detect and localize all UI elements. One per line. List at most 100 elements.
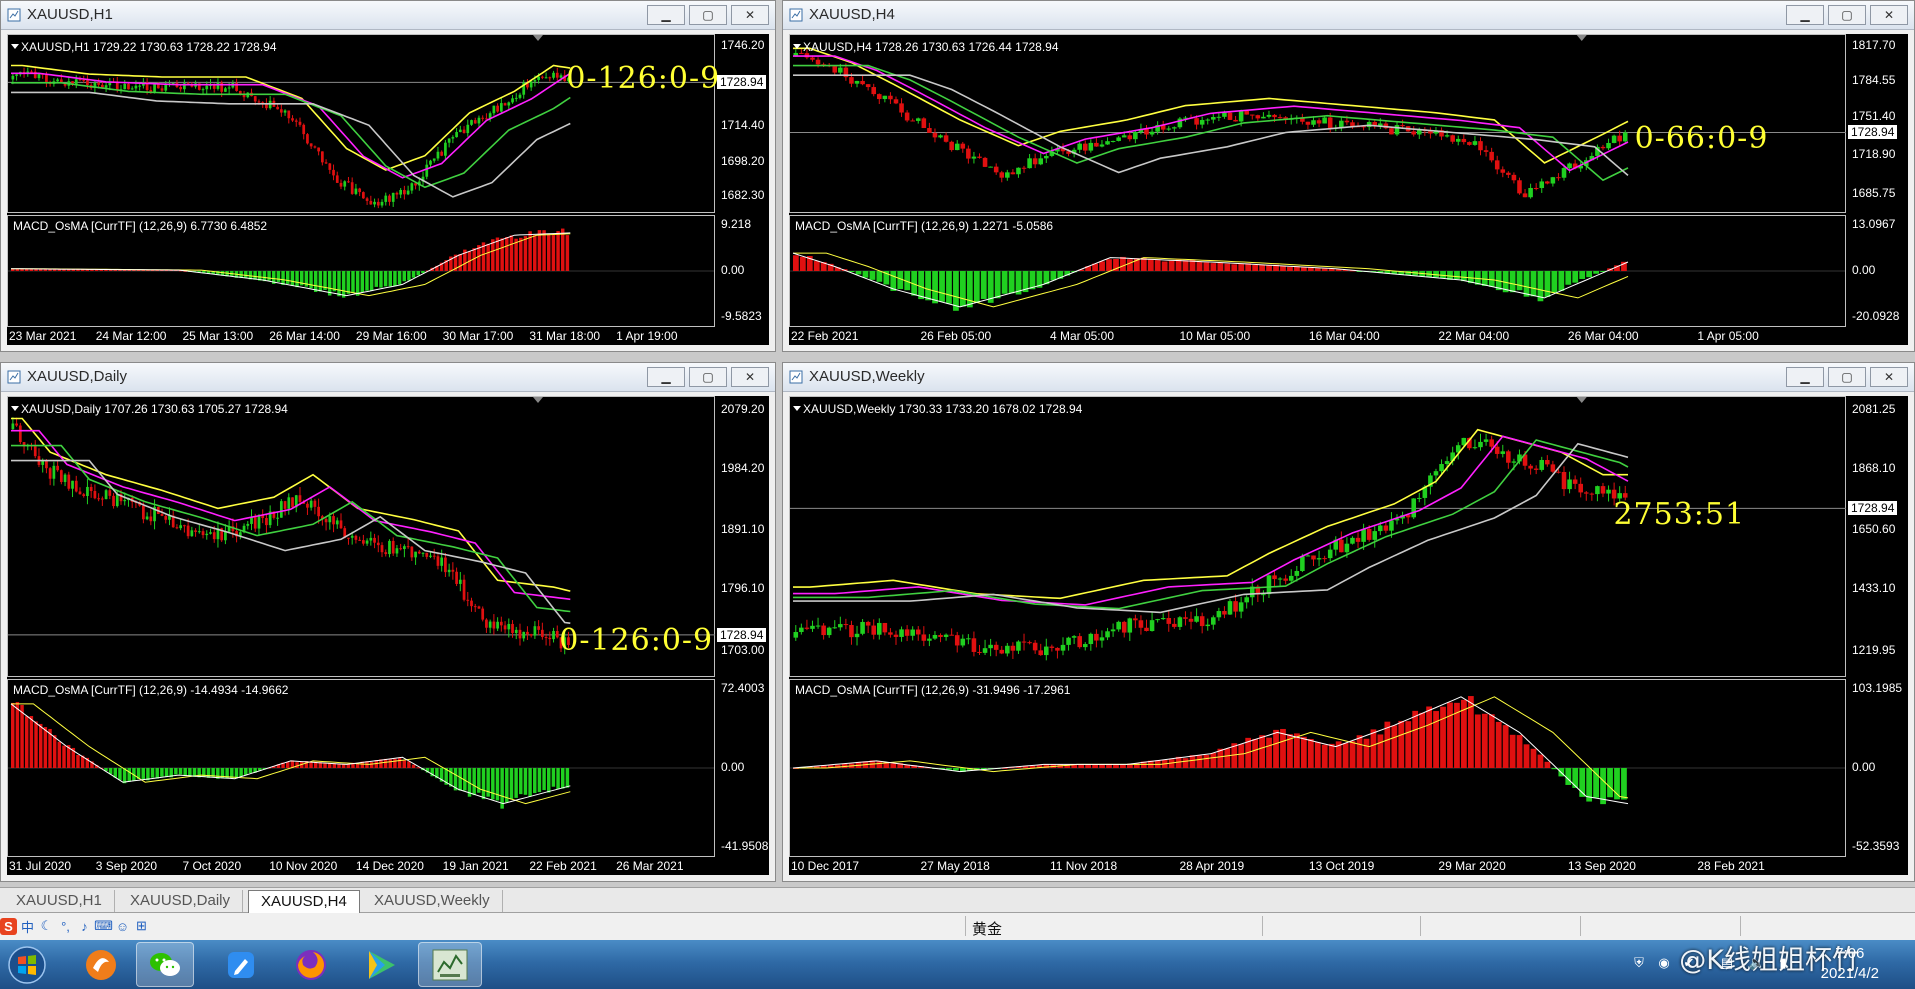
candle-body <box>1444 135 1450 137</box>
taskbar-app-wechat[interactable] <box>136 942 194 987</box>
candle-body <box>810 625 815 629</box>
chart-area[interactable]: XAUUSD,Daily 1707.26 1730.63 1705.27 172… <box>7 396 769 875</box>
half-width-moon-icon[interactable]: ☾ <box>38 918 55 935</box>
candle-body <box>1211 117 1216 120</box>
candle-body <box>518 94 522 98</box>
chinese-mode-icon[interactable]: 中 <box>19 918 36 935</box>
chart-area[interactable]: XAUUSD,H4 1728.26 1730.63 1726.44 1728.9… <box>789 34 1908 345</box>
tab-xauusd-h4[interactable]: XAUUSD,H4 <box>248 890 360 913</box>
chart-tabs-bar: XAUUSD,H1 XAUUSD,Daily XAUUSD,H4 XAUUSD,… <box>0 887 1915 913</box>
keyboard-icon[interactable]: ⌨ <box>94 918 113 935</box>
tray-signal-icon[interactable]: ▮ <box>1774 954 1792 972</box>
tray-security-icon[interactable]: ⛨ <box>1630 954 1648 972</box>
tray-wechat-icon[interactable]: ◉ <box>1655 954 1673 972</box>
minimize-button[interactable]: ▁ <box>647 367 685 387</box>
taskbar-app-firefox[interactable] <box>282 942 340 987</box>
start-button[interactable] <box>2 942 52 987</box>
price-axis-label: 1817.70 <box>1852 37 1896 52</box>
candle-body <box>1105 631 1110 638</box>
symbol-dropdown-icon[interactable] <box>793 44 801 49</box>
close-button[interactable]: ✕ <box>1870 5 1908 25</box>
taskbar-app-player[interactable] <box>352 942 410 987</box>
maximize-button[interactable]: ▢ <box>689 5 727 25</box>
candle-body <box>1272 575 1277 580</box>
macd-histogram-bar <box>1252 264 1259 271</box>
macd-histogram-bar <box>1433 711 1439 768</box>
macd-histogram-bar <box>337 271 341 297</box>
tray-volume-icon[interactable]: 🔈 <box>1748 954 1766 972</box>
symbol-dropdown-icon[interactable] <box>11 44 19 49</box>
macd-histogram-bar <box>509 768 514 800</box>
symbol-dropdown-icon[interactable] <box>11 406 19 411</box>
candle-body <box>306 503 309 508</box>
punctuation-icon[interactable]: °, <box>57 918 74 935</box>
macd-histogram-bar <box>953 768 959 771</box>
candle-body <box>1327 549 1333 559</box>
window-titlebar[interactable]: XAUUSD,Weekly ▁ ▢ ✕ <box>783 363 1914 392</box>
close-button[interactable]: ✕ <box>731 367 769 387</box>
taskbar-app-notes[interactable] <box>212 942 270 987</box>
window-titlebar[interactable]: XAUUSD,H4 ▁ ▢ ✕ <box>783 1 1914 30</box>
candle-body <box>1339 120 1344 128</box>
maximize-button[interactable]: ▢ <box>1828 5 1866 25</box>
window-titlebar[interactable]: XAUUSD,H1 ▁ ▢ ✕ <box>1 1 775 30</box>
candle-body <box>123 83 127 90</box>
sogou-ime-icon[interactable]: S <box>0 917 17 935</box>
ohlc-label: XAUUSD,H1 1729.22 1730.63 1728.22 1728.9… <box>21 40 277 54</box>
window-titlebar[interactable]: XAUUSD,Daily ▁ ▢ ✕ <box>1 363 775 392</box>
candle-body <box>45 73 48 83</box>
price-chart-svg[interactable] <box>789 34 1908 345</box>
candle-body <box>1416 497 1422 499</box>
macd-histogram-bar <box>1300 267 1307 271</box>
tab-xauusd-h1[interactable]: XAUUSD,H1 <box>4 890 115 912</box>
candle-body <box>915 118 921 121</box>
candle-body <box>1339 539 1344 553</box>
chart-window-h1[interactable]: XAUUSD,H1 ▁ ▢ ✕ XAUUSD,H1 1729.22 1730.6… <box>0 0 776 352</box>
tab-xauusd-daily[interactable]: XAUUSD,Daily <box>118 890 244 912</box>
taskbar-app-swirl[interactable] <box>72 942 130 987</box>
moving-average-line <box>793 439 1629 610</box>
candle-body <box>365 198 369 201</box>
chart-area[interactable]: XAUUSD,Weekly 1730.33 1733.20 1678.02 17… <box>789 396 1908 875</box>
macd-histogram-bar <box>52 735 57 768</box>
candle-body <box>1511 461 1517 463</box>
candle-body <box>97 82 100 85</box>
chart-window-icon <box>789 370 803 384</box>
maximize-button[interactable]: ▢ <box>1828 367 1866 387</box>
tab-xauusd-weekly[interactable]: XAUUSD,Weekly <box>362 890 503 912</box>
chart-window-h4[interactable]: XAUUSD,H4 ▁ ▢ ✕ XAUUSD,H4 1728.26 1730.6… <box>782 0 1915 352</box>
chart-area[interactable]: XAUUSD,H1 1729.22 1730.63 1728.22 1728.9… <box>7 34 769 345</box>
tray-shield-icon[interactable]: ✔ <box>1680 954 1698 972</box>
candle-body <box>888 632 893 635</box>
minimize-button[interactable]: ▁ <box>647 5 685 25</box>
minimize-button[interactable]: ▁ <box>1786 367 1824 387</box>
status-separator <box>1262 916 1263 936</box>
ime-toolbar[interactable]: S 中 ☾ °, ♪ ⌨ ☺ ⊞ <box>0 914 150 938</box>
symbol-dropdown-icon[interactable] <box>793 406 801 411</box>
candle-body <box>1344 120 1350 123</box>
macd-histogram-bar <box>932 271 938 304</box>
candle-body <box>993 166 999 173</box>
chart-window-weekly[interactable]: XAUUSD,Weekly ▁ ▢ ✕ XAUUSD,Weekly 1730.3… <box>782 362 1915 882</box>
time-axis-label: 14 Dec 2020 <box>355 859 424 873</box>
candle-body <box>466 124 470 134</box>
taskbar-app-trading-terminal[interactable] <box>418 942 482 987</box>
close-button[interactable]: ✕ <box>731 5 769 25</box>
price-axis-label: 1682.30 <box>721 187 765 202</box>
close-button[interactable]: ✕ <box>1870 367 1908 387</box>
candle-body <box>1606 142 1611 149</box>
candle-body <box>100 498 104 500</box>
candle-body <box>246 523 250 526</box>
microphone-icon[interactable]: ♪ <box>76 918 93 935</box>
candle-body <box>860 80 865 85</box>
candle-body <box>186 525 190 537</box>
tray-network-icon[interactable]: ▤ <box>1718 954 1736 972</box>
grid-icon[interactable]: ⊞ <box>133 918 150 935</box>
minimize-button[interactable]: ▁ <box>1786 5 1824 25</box>
maximize-button[interactable]: ▢ <box>689 367 727 387</box>
candle-body <box>904 112 910 121</box>
price-chart-svg[interactable] <box>789 396 1908 875</box>
user-icon[interactable]: ☺ <box>114 918 131 935</box>
chart-window-daily[interactable]: XAUUSD,Daily ▁ ▢ ✕ XAUUSD,Daily 1707.26 … <box>0 362 776 882</box>
taskbar-clock[interactable]: 7:06 2021/4/2 <box>1821 944 1879 984</box>
